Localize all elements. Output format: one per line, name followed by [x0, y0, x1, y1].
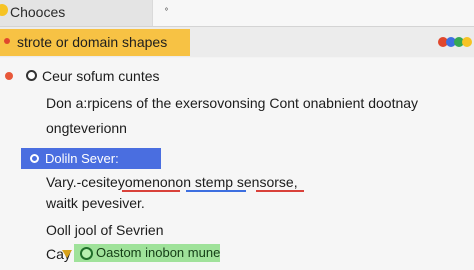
banner-text: strote or domain shapes: [17, 34, 168, 50]
grammar-underline: [186, 190, 246, 192]
alert-dot: [5, 72, 13, 80]
highlighted-option-label: Oastom inobon mune: [96, 245, 221, 260]
search-icon[interactable]: ﾟ: [165, 5, 171, 22]
address-tab[interactable]: ﾟ: [152, 0, 474, 26]
option1-description: Don a:rpicens of the exersovonsing Cont …: [46, 95, 419, 111]
selected-option-label: Doliln Sever:: [45, 151, 119, 166]
option1-radio[interactable]: [26, 70, 37, 81]
spell-underline-2: [256, 190, 304, 192]
caret-pointer-icon: [62, 250, 72, 258]
title-bar: Chooces ﾟ: [0, 0, 474, 27]
highlighted-radio[interactable]: [80, 247, 93, 260]
status-dot-yellow: [462, 37, 472, 47]
text-line-5: Ooll jool of Sevrien: [46, 222, 164, 238]
option1-label[interactable]: Ceur sofum cuntes: [42, 68, 160, 84]
selected-radio[interactable]: [30, 154, 39, 163]
selected-option[interactable]: Doliln Sever:: [21, 148, 161, 169]
option1-description-cont: ongteverionn: [46, 120, 127, 136]
header-banner: strote or domain shapes: [0, 29, 190, 56]
banner-status-dot: [4, 38, 10, 44]
app-title: Chooces: [10, 4, 66, 20]
text-line-4: waitk pevesiver.: [46, 195, 145, 211]
text-line-3: Vary.-cesiteyomenonon stemp sensorse,: [46, 174, 298, 190]
app-icon: [0, 4, 8, 16]
spell-underline: [122, 190, 180, 192]
